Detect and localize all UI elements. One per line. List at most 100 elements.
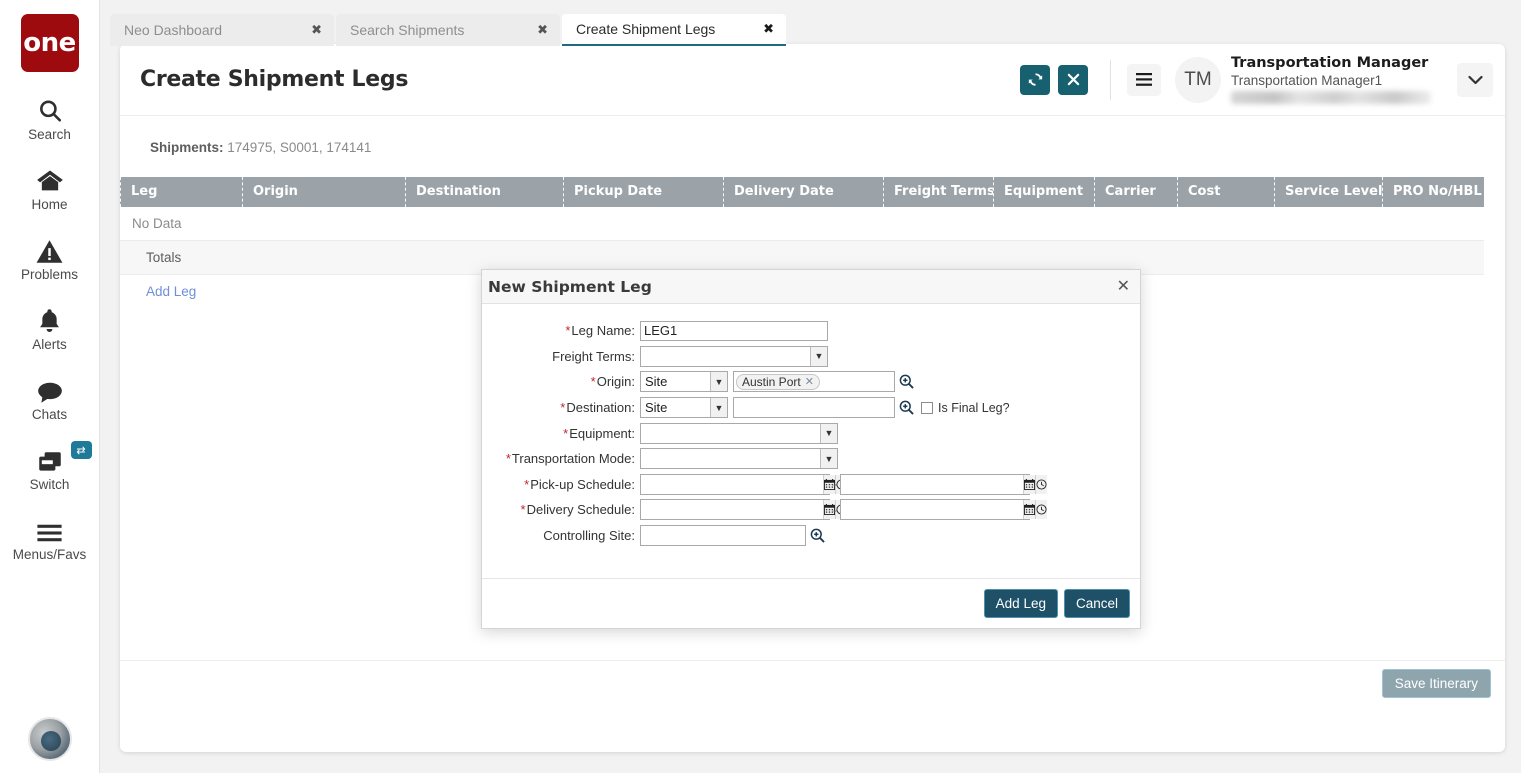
leg-name-input[interactable] [640, 321, 828, 341]
close-icon[interactable]: ✖ [537, 22, 548, 38]
header-menu-button[interactable] [1127, 64, 1161, 96]
tab-bar: Neo Dashboard ✖ Search Shipments ✖ Creat… [110, 14, 788, 46]
is-final-leg-group: Is Final Leg? [921, 401, 1010, 415]
remove-chip-icon[interactable]: ✕ [805, 375, 814, 388]
column-header[interactable]: Equipment [993, 177, 1094, 207]
origin-chip[interactable]: Austin Port ✕ [736, 374, 820, 390]
switch-badge-glyph: ⇄ [76, 444, 85, 457]
sidebar-item-label: Alerts [32, 337, 67, 352]
sidebar-item-alerts[interactable]: Alerts [0, 304, 100, 352]
calendar-icon[interactable] [1023, 500, 1035, 519]
chat-icon [36, 374, 64, 404]
field-row-pickup-schedule: *Pick-up Schedule: [482, 472, 1140, 498]
pickup-schedule-range: - [640, 474, 1030, 495]
close-icon[interactable]: ✖ [763, 21, 774, 37]
close-button[interactable] [1058, 65, 1088, 95]
transportation-mode-select[interactable]: ▼ [640, 448, 838, 469]
range-separator: - [833, 477, 837, 491]
pickup-from-input[interactable] [641, 475, 823, 494]
equipment-select[interactable]: ▼ [640, 423, 838, 444]
user-menu-toggle[interactable] [1457, 63, 1493, 97]
chevron-down-icon: ▼ [710, 372, 727, 391]
header-divider [1110, 60, 1111, 100]
sidebar-item-problems[interactable]: Problems [0, 234, 100, 282]
is-final-leg-checkbox[interactable] [921, 402, 933, 414]
destination-type-select[interactable]: Site ▼ [640, 397, 728, 418]
required-marker: * [591, 374, 596, 389]
column-header[interactable]: Leg [120, 177, 242, 207]
user-avatar-bottom[interactable] [28, 717, 72, 761]
close-icon[interactable]: ✕ [1117, 279, 1130, 295]
home-icon [36, 164, 64, 194]
origin-search-icon[interactable] [899, 374, 914, 389]
tab-create-shipment-legs[interactable]: Create Shipment Legs ✖ [562, 14, 786, 46]
delivery-schedule-label: *Delivery Schedule: [482, 502, 640, 517]
sidebar-item-label: Problems [21, 267, 78, 282]
column-header[interactable]: Delivery Date [723, 177, 883, 207]
clock-icon[interactable] [1035, 500, 1047, 519]
pickup-to-group[interactable] [840, 474, 1030, 495]
delivery-to-input[interactable] [841, 500, 1023, 519]
one-logo[interactable]: one [21, 14, 79, 72]
tab-search-shipments[interactable]: Search Shipments ✖ [336, 14, 560, 46]
tab-neo-dashboard[interactable]: Neo Dashboard ✖ [110, 14, 334, 46]
switch-badge-icon[interactable]: ⇄ [71, 441, 92, 459]
origin-input[interactable]: Austin Port ✕ [733, 371, 895, 392]
column-header[interactable]: Service Level [1274, 177, 1382, 207]
app-root: one Search Home [0, 0, 1521, 773]
required-marker: * [563, 426, 568, 441]
column-header[interactable]: PRO No/HBL [1382, 177, 1484, 207]
calendar-icon[interactable] [1023, 475, 1035, 494]
is-final-leg-label: Is Final Leg? [938, 401, 1010, 415]
destination-input[interactable] [733, 397, 895, 418]
avatar-initials: TM [1184, 69, 1211, 91]
avatar[interactable]: TM [1175, 57, 1221, 103]
controlling-site-input[interactable] [640, 525, 806, 546]
tab-label: Search Shipments [350, 22, 464, 38]
label-text: Equipment: [569, 426, 635, 441]
column-header[interactable]: Freight Terms [883, 177, 993, 207]
refresh-button[interactable] [1020, 65, 1050, 95]
sidebar-item-chats[interactable]: Chats [0, 374, 100, 422]
label-text: Transportation Mode: [512, 451, 635, 466]
user-name: Transportation Manager [1231, 55, 1431, 72]
delivery-from-input[interactable] [641, 500, 823, 519]
switch-icon [36, 444, 64, 474]
label-text: Controlling Site: [543, 528, 635, 543]
delivery-from-group[interactable] [640, 499, 830, 520]
column-header[interactable]: Destination [405, 177, 563, 207]
totals-label: Totals [146, 250, 181, 265]
cancel-button[interactable]: Cancel [1064, 589, 1130, 618]
clock-icon[interactable] [1035, 475, 1047, 494]
field-row-delivery-schedule: *Delivery Schedule: [482, 497, 1140, 523]
origin-type-value: Site [645, 374, 667, 389]
hamburger-icon [36, 514, 63, 544]
sidebar-item-switch[interactable]: ⇄ Switch [0, 444, 100, 492]
close-icon[interactable]: ✖ [311, 22, 322, 38]
save-itinerary-button[interactable]: Save Itinerary [1382, 669, 1491, 698]
left-sidebar: one Search Home [0, 0, 100, 773]
freight-terms-select[interactable]: ▼ [640, 346, 828, 367]
column-header[interactable]: Pickup Date [563, 177, 723, 207]
pickup-to-input[interactable] [841, 475, 1023, 494]
column-header[interactable]: Origin [242, 177, 405, 207]
range-separator: - [833, 503, 837, 517]
chevron-down-icon [1468, 75, 1483, 85]
origin-type-select[interactable]: Site ▼ [640, 371, 728, 392]
no-data-text: No Data [132, 216, 182, 231]
pickup-from-group[interactable] [640, 474, 830, 495]
dialog-body: *Leg Name: Freight Terms: ▼ *Origin: [482, 304, 1140, 578]
add-leg-link[interactable]: Add Leg [146, 284, 196, 299]
destination-search-icon[interactable] [899, 400, 914, 415]
sidebar-item-home[interactable]: Home [0, 164, 100, 212]
sidebar-item-search[interactable]: Search [0, 94, 100, 142]
controlling-site-search-icon[interactable] [810, 528, 825, 543]
close-icon [1067, 73, 1080, 86]
column-header[interactable]: Carrier [1094, 177, 1177, 207]
column-header[interactable]: Cost [1177, 177, 1274, 207]
add-leg-button[interactable]: Add Leg [984, 589, 1058, 618]
header-actions: TM Transportation Manager Transportation… [1012, 55, 1505, 103]
sidebar-item-menus-favs[interactable]: Menus/Favs [0, 514, 100, 562]
delivery-to-group[interactable] [840, 499, 1030, 520]
leg-name-label: *Leg Name: [482, 323, 640, 338]
